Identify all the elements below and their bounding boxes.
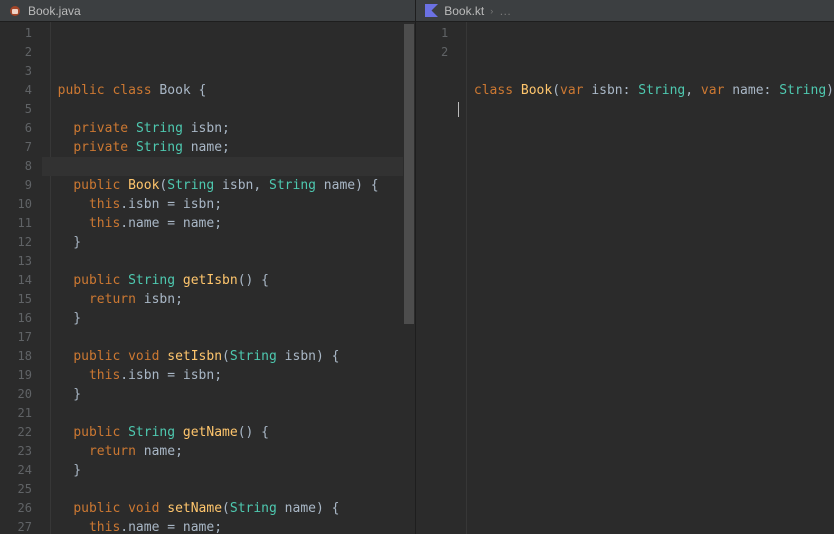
line-number: 13 (0, 252, 32, 271)
editor-left[interactable]: 1234567891011121314151617181920212223242… (0, 22, 415, 534)
tab-bar-right: Book.kt › … (416, 0, 834, 22)
code-line[interactable]: public String getIsbn() { (42, 271, 415, 290)
line-number: 11 (0, 214, 32, 233)
line-number: 17 (0, 328, 32, 347)
line-number: 27 (0, 518, 32, 534)
code-line[interactable]: class Book(var isbn: String, var name: S… (458, 81, 834, 100)
line-number: 25 (0, 480, 32, 499)
line-number: 23 (0, 442, 32, 461)
breadcrumb-separator-icon: › (490, 6, 493, 16)
line-number: 24 (0, 461, 32, 480)
code-line[interactable]: public void setIsbn(String isbn) { (42, 347, 415, 366)
code-right[interactable]: class Book(var isbn: String, var name: S… (458, 22, 834, 534)
line-number: 19 (0, 366, 32, 385)
line-number: 7 (0, 138, 32, 157)
code-line[interactable]: public String getName() { (42, 423, 415, 442)
gutter-right: 12 (416, 22, 458, 534)
code-line[interactable]: } (42, 461, 415, 480)
line-number: 4 (0, 81, 32, 100)
tab-bar-left: Book.java (0, 0, 415, 22)
line-number: 21 (0, 404, 32, 423)
code-line[interactable] (42, 252, 415, 271)
line-number: 26 (0, 499, 32, 518)
code-line[interactable]: return isbn; (42, 290, 415, 309)
code-line[interactable]: this.name = name; (42, 518, 415, 534)
line-number: 5 (0, 100, 32, 119)
text-cursor (458, 102, 459, 117)
code-line[interactable]: this.isbn = isbn; (42, 366, 415, 385)
line-number: 3 (0, 62, 32, 81)
editor-right[interactable]: 12 class Book(var isbn: String, var name… (416, 22, 834, 534)
line-number: 16 (0, 309, 32, 328)
line-number: 1 (416, 24, 448, 43)
code-line[interactable] (458, 100, 834, 119)
line-number: 8 (0, 157, 32, 176)
line-number: 10 (0, 195, 32, 214)
line-number: 9 (0, 176, 32, 195)
scrollbar-thumb-left[interactable] (404, 24, 414, 324)
line-number: 1 (0, 24, 32, 43)
code-line[interactable]: } (42, 309, 415, 328)
scrollbar-track-left[interactable] (403, 22, 415, 534)
code-line[interactable] (42, 480, 415, 499)
line-number: 18 (0, 347, 32, 366)
line-number: 2 (0, 43, 32, 62)
code-line[interactable]: public class Book { (42, 81, 415, 100)
code-line[interactable]: private String isbn; (42, 119, 415, 138)
code-line[interactable] (42, 157, 415, 176)
breadcrumb-ellipsis[interactable]: … (499, 4, 511, 18)
line-number: 20 (0, 385, 32, 404)
line-number: 22 (0, 423, 32, 442)
editor-pane-left: Book.java 123456789101112131415161718192… (0, 0, 415, 534)
code-line[interactable] (42, 404, 415, 423)
line-number: 14 (0, 271, 32, 290)
tab-filename-right[interactable]: Book.kt (444, 4, 484, 18)
line-number: 12 (0, 233, 32, 252)
code-line[interactable]: public void setName(String name) { (42, 499, 415, 518)
kotlin-file-icon (424, 4, 438, 18)
gutter-left: 1234567891011121314151617181920212223242… (0, 22, 42, 534)
line-number: 6 (0, 119, 32, 138)
line-number: 15 (0, 290, 32, 309)
line-number: 2 (416, 43, 448, 62)
code-line[interactable] (42, 328, 415, 347)
code-line[interactable]: return name; (42, 442, 415, 461)
code-line[interactable]: private String name; (42, 138, 415, 157)
editor-pane-right: Book.kt › … 12 class Book(var isbn: Stri… (415, 0, 834, 534)
code-left[interactable]: public class Book { private String isbn;… (42, 22, 415, 534)
code-line[interactable] (42, 100, 415, 119)
tab-filename-left[interactable]: Book.java (28, 4, 81, 18)
code-line[interactable]: } (42, 233, 415, 252)
code-line[interactable]: public Book(String isbn, String name) { (42, 176, 415, 195)
java-file-icon (8, 4, 22, 18)
code-line[interactable]: this.name = name; (42, 214, 415, 233)
code-line[interactable]: } (42, 385, 415, 404)
code-line[interactable]: this.isbn = isbn; (42, 195, 415, 214)
